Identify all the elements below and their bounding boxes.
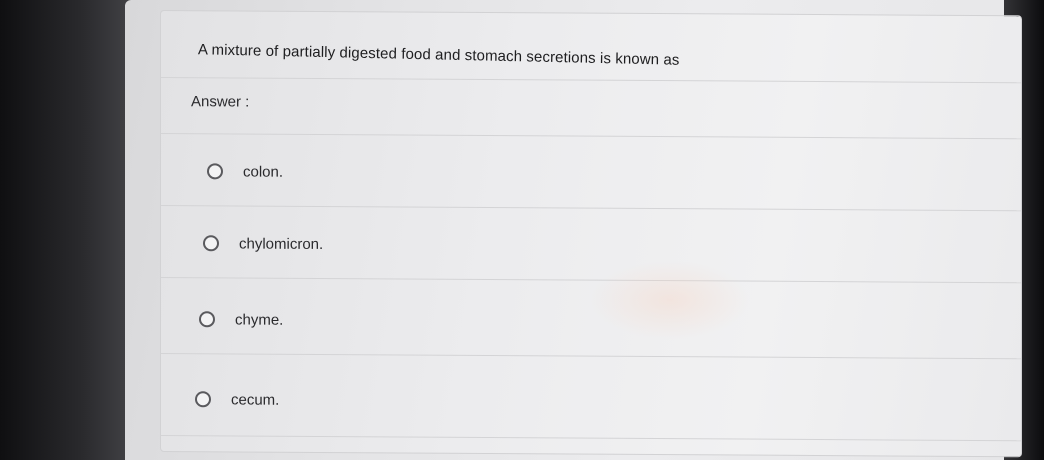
question-card: A mixture of partially digested food and… [160, 10, 1022, 458]
option-label: colon. [243, 163, 284, 181]
option-label: chylomicron. [239, 234, 324, 253]
radio-button-icon[interactable] [195, 391, 211, 408]
question-text: A mixture of partially digested food and… [197, 41, 680, 69]
option-label: chyme. [235, 310, 284, 329]
option-label: cecum. [231, 390, 280, 409]
option-chylomicron[interactable]: chylomicron. [161, 209, 1044, 283]
option-cecum[interactable]: cecum. [161, 365, 1044, 438]
option-chyme[interactable]: chyme. [161, 285, 1044, 358]
radio-button-icon[interactable] [199, 311, 215, 328]
answer-label: Answer : [191, 93, 250, 111]
radio-button-icon[interactable] [207, 163, 223, 180]
radio-button-icon[interactable] [203, 235, 219, 252]
question-divider [161, 77, 1021, 84]
option-colon[interactable]: colon. [161, 137, 1044, 211]
